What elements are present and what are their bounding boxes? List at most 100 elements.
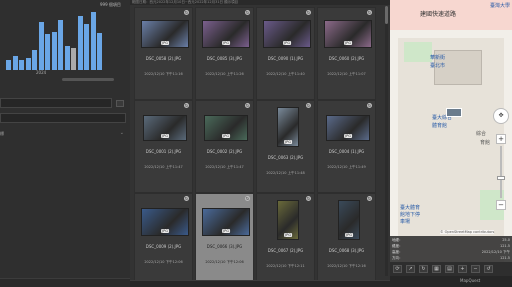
photo-date: 2022/12/10 上午11:40 bbox=[266, 72, 305, 76]
photo-thumbnail-cell[interactable]: ↻ JPG DSC_0066 (3).JPG 2022/12/10 下午12:06 bbox=[195, 193, 254, 286]
grid-icon[interactable]: ▦ bbox=[432, 265, 441, 273]
map-attribution[interactable]: © OpenStreetMap contributors bbox=[440, 230, 495, 234]
rotate-icon[interactable]: ↻ bbox=[367, 103, 372, 108]
refresh-icon[interactable]: ↻ bbox=[419, 265, 428, 273]
file-type-badge: JPG bbox=[283, 41, 291, 45]
photo-filename: DSC_0058 (2).JPG bbox=[145, 56, 182, 61]
photo-marker[interactable] bbox=[446, 108, 462, 117]
rotate-icon[interactable]: ↻ bbox=[245, 103, 250, 108]
photo-thumbnail-cell[interactable]: ↻ JPG DSC_0067 (2).JPG 2022/12/10 下午12:11 bbox=[256, 193, 315, 286]
info-label: 高度： bbox=[392, 250, 403, 254]
file-type-badge: JPG bbox=[161, 134, 169, 138]
grid-scrollbar-thumb[interactable] bbox=[385, 6, 388, 24]
photo-filename: DSC_0067 (2).JPG bbox=[267, 248, 304, 253]
histogram-bar[interactable] bbox=[6, 60, 11, 70]
zoom-in-icon[interactable]: + bbox=[496, 134, 506, 144]
histogram-bar[interactable] bbox=[25, 58, 31, 70]
filter-button[interactable] bbox=[116, 100, 124, 107]
layers-icon[interactable]: ▤ bbox=[445, 265, 454, 273]
histogram-bar[interactable] bbox=[19, 60, 24, 70]
histogram-bar[interactable] bbox=[58, 19, 63, 70]
photo-thumbnail-cell[interactable]: ↻ JPG DSC_0063 (2).JPG 2022/12/10 上午11:48 bbox=[256, 100, 315, 193]
histogram-scrollbar[interactable] bbox=[62, 78, 114, 81]
zoom-in-icon[interactable]: + bbox=[458, 265, 467, 273]
histogram-bar[interactable] bbox=[97, 32, 102, 70]
map-footer: MapQuest bbox=[390, 276, 512, 287]
map-label: 館地下停 bbox=[400, 212, 421, 218]
file-type-badge: JPG bbox=[222, 134, 230, 138]
section-header[interactable]: 標 ⌄ bbox=[0, 130, 130, 138]
zoom-slider-track[interactable] bbox=[500, 146, 502, 198]
photo-date: 2022/12/10 下午12:11 bbox=[266, 264, 305, 268]
photo-image: JPG bbox=[277, 200, 299, 240]
photo-filename: DSC_0060 (2).JPG bbox=[328, 56, 365, 61]
photo-thumbnail-cell[interactable]: ↻ JPG DSC_0068 (3).JPG 2022/12/10 下午12:16 bbox=[317, 193, 376, 286]
histogram-bar[interactable] bbox=[84, 24, 89, 70]
photo-image: JPG bbox=[143, 115, 187, 141]
grid-status-bar bbox=[130, 280, 390, 287]
sync-icon[interactable]: ⟳ bbox=[393, 265, 402, 273]
photo-image: JPG bbox=[277, 107, 299, 147]
histogram-bar[interactable] bbox=[12, 55, 18, 70]
histogram-bar[interactable] bbox=[90, 12, 96, 70]
rotate-icon[interactable]: ↻ bbox=[367, 196, 372, 201]
histogram-bar[interactable] bbox=[51, 31, 57, 70]
rotate-icon[interactable]: ↻ bbox=[306, 10, 311, 15]
photo-thumbnail-cell[interactable]: ↻ JPG DSC_0060 (2).JPG 2022/12/10 上午11:07 bbox=[317, 7, 376, 100]
file-type-badge: JPG bbox=[284, 233, 292, 237]
info-label: 地緯： bbox=[392, 238, 403, 242]
photo-thumbnail-cell[interactable]: ↻ JPG DSC_0001 (2).JPG 2022/12/10 上午11:47 bbox=[134, 100, 193, 193]
rotate-icon[interactable]: ↻ bbox=[367, 10, 372, 15]
photo-thumbnail-cell[interactable]: ↻ JPG DSC_0002 (2).JPG 2022/12/10 上午11:47 bbox=[195, 100, 254, 193]
map-road-label: 建國快速道路 bbox=[420, 11, 457, 18]
histogram-bar[interactable] bbox=[38, 22, 44, 70]
grid-scrollbar-track[interactable] bbox=[385, 6, 388, 276]
map-provider-select[interactable]: MapQuest bbox=[460, 278, 480, 283]
photo-date: 2022/12/10 上午11:07 bbox=[327, 72, 366, 76]
photo-filename: DSC_0001 (2).JPG bbox=[145, 149, 182, 154]
histogram-bar[interactable] bbox=[45, 34, 50, 70]
photo-image: JPG bbox=[326, 115, 370, 141]
zoom-out-icon[interactable]: − bbox=[471, 265, 480, 273]
map-green-area bbox=[404, 42, 432, 62]
map-label: 體育館 bbox=[432, 123, 448, 129]
photo-date: 2022/12/10 上午11:26 bbox=[205, 72, 244, 76]
map-panel[interactable]: 建國快速道路 臺灣大學 華新街 臺北市 臺大綜合 體育館 綜合 育館 臺大體育 … bbox=[390, 0, 512, 287]
date-histogram[interactable] bbox=[0, 8, 128, 70]
photo-thumbnail-cell[interactable]: ↻ JPG DSC_0009 (2).JPG 2022/12/10 下午12:06 bbox=[134, 193, 193, 286]
photo-thumbnail-cell[interactable]: ↻ JPG DSC_0090 (1).JPG 2022/12/10 上午11:40 bbox=[256, 7, 315, 100]
rotate-icon[interactable]: ↻ bbox=[306, 196, 311, 201]
photo-date: 2022/12/10 下午12:06 bbox=[205, 260, 244, 264]
photo-image: JPG bbox=[202, 20, 250, 48]
rotate-icon[interactable]: ↻ bbox=[245, 10, 250, 15]
search-field[interactable] bbox=[0, 113, 126, 123]
link-icon[interactable]: ↗ bbox=[406, 265, 415, 273]
photo-thumbnail-cell[interactable]: ↻ JPG DSC_0085 (3).JPG 2022/12/10 上午11:26 bbox=[195, 7, 254, 100]
photo-image: JPG bbox=[141, 208, 189, 236]
rotate-icon[interactable]: ↻ bbox=[306, 103, 311, 108]
histogram-bar[interactable] bbox=[77, 16, 83, 70]
photo-thumbnail-cell[interactable]: ↻ JPG DSC_0058 (2).JPG 2022/12/10 下午11:16 bbox=[134, 7, 193, 100]
map-label: 育館 bbox=[480, 140, 491, 146]
rotate-icon[interactable]: ↺ bbox=[484, 265, 493, 273]
rotate-icon[interactable]: ↻ bbox=[184, 103, 189, 108]
rotate-icon[interactable]: ↻ bbox=[184, 196, 189, 201]
photo-image: JPG bbox=[202, 208, 250, 236]
histogram-bar[interactable] bbox=[71, 48, 76, 70]
filter-field[interactable] bbox=[0, 98, 112, 108]
photo-thumbnail-cell[interactable]: ↻ JPG DSC_0004 (1).JPG 2022/12/10 上午11:49 bbox=[317, 100, 376, 193]
histogram-bar[interactable] bbox=[64, 46, 70, 70]
info-value: 121.5 bbox=[499, 244, 510, 248]
zoom-slider-knob[interactable] bbox=[497, 176, 505, 180]
file-type-badge: JPG bbox=[161, 41, 169, 45]
rotate-icon[interactable]: ↻ bbox=[184, 10, 189, 15]
photo-filename: DSC_0002 (2).JPG bbox=[206, 149, 243, 154]
photo-filename: DSC_0068 (3).JPG bbox=[328, 248, 365, 253]
zoom-out-icon[interactable]: − bbox=[496, 200, 506, 210]
photo-image: JPG bbox=[141, 20, 189, 48]
histogram-bar[interactable] bbox=[32, 49, 37, 70]
rotate-icon[interactable]: ↻ bbox=[245, 196, 250, 201]
app-window: 999 個項目 2024 標 ⌄ 範圍日期：西元2022年12月10日~西元20… bbox=[0, 0, 512, 287]
pan-control-icon[interactable]: ✥ bbox=[493, 108, 509, 124]
info-value: 2022/12/10 下午 bbox=[481, 250, 510, 254]
